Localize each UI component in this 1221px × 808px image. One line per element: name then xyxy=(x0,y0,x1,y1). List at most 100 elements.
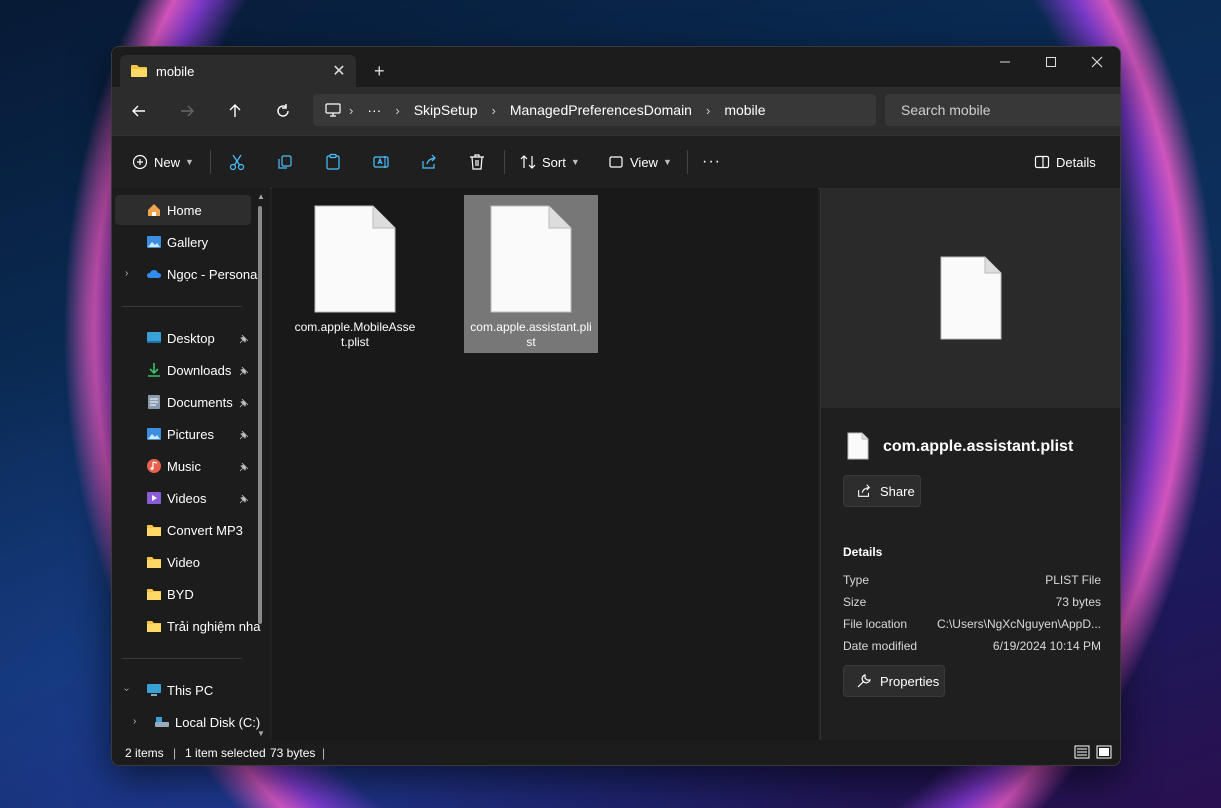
sidebar-item-label: Videos xyxy=(167,491,207,506)
scroll-up-icon[interactable]: ▲ xyxy=(257,192,265,201)
sidebar-item-byd[interactable]: BYD xyxy=(115,579,251,609)
desktop-icon xyxy=(147,332,161,343)
sidebar-divider xyxy=(122,658,242,659)
close-tab-icon[interactable]: ✕ xyxy=(330,62,348,80)
folder-icon xyxy=(147,525,161,536)
up-arrow-icon[interactable] xyxy=(221,97,249,125)
toolbar-divider xyxy=(687,150,688,174)
back-arrow-icon[interactable] xyxy=(125,97,153,125)
file-icon xyxy=(940,256,1002,340)
sidebar-item-label: Trải nghiệm nha xyxy=(167,619,261,634)
share-icon xyxy=(422,154,436,169)
sidebar-item-label: Video xyxy=(167,555,201,570)
sidebar-item-trai-nghiem[interactable]: Trải nghiệm nha xyxy=(115,611,260,641)
details-row-location: File location C:\Users\NgXcNguyen\AppD..… xyxy=(843,617,1101,637)
sidebar-item-this-pc[interactable]: › This PC xyxy=(115,675,251,705)
more-options-icon[interactable]: ··· xyxy=(702,147,721,177)
chevron-right-icon[interactable]: › xyxy=(125,268,128,279)
breadcrumb-managedpreferencesdomain[interactable]: ManagedPreferencesDomain xyxy=(510,102,692,118)
sidebar-scrollbar[interactable]: ▲ ▼ xyxy=(257,192,265,738)
paste-button[interactable] xyxy=(324,147,342,177)
address-row: › ··· › SkipSetup › ManagedPreferencesDo… xyxy=(112,87,1120,135)
details-button[interactable]: Details xyxy=(1034,147,1096,177)
search-input[interactable] xyxy=(899,101,1103,119)
tab-title: mobile xyxy=(156,63,195,79)
pin-icon xyxy=(239,428,249,443)
pin-icon xyxy=(239,332,249,347)
rename-button[interactable] xyxy=(372,147,390,177)
details-key: Type xyxy=(843,573,870,587)
address-bar[interactable]: › ··· › SkipSetup › ManagedPreferencesDo… xyxy=(313,94,876,126)
sidebar-item-videos[interactable]: Videos xyxy=(115,483,251,513)
breadcrumb-skipsetup[interactable]: SkipSetup xyxy=(414,102,478,118)
sidebar-item-label: Pictures xyxy=(167,427,214,442)
file-list: com.apple.MobileAsset.plist com.apple.as… xyxy=(272,188,818,740)
details-label: Details xyxy=(1056,154,1096,170)
properties-label: Properties xyxy=(880,673,940,689)
details-value: 6/19/2024 10:14 PM xyxy=(992,639,1101,653)
video-icon xyxy=(147,492,161,504)
sidebar-item-local-disk[interactable]: › Local Disk (C:) xyxy=(115,707,260,737)
sidebar-item-pictures[interactable]: Pictures xyxy=(115,419,251,449)
sidebar-item-documents[interactable]: Documents xyxy=(115,387,251,417)
refresh-icon[interactable] xyxy=(269,97,297,125)
sidebar-item-gallery[interactable]: Gallery xyxy=(115,227,251,257)
file-item[interactable]: com.apple.MobileAsset.plist xyxy=(288,195,422,353)
chevron-right-icon[interactable]: › xyxy=(133,716,136,727)
folder-icon xyxy=(147,557,161,568)
minimize-icon[interactable] xyxy=(982,47,1028,77)
folder-icon xyxy=(147,589,161,600)
folder-icon xyxy=(131,65,147,77)
sort-button[interactable]: Sort ▼ xyxy=(520,147,580,177)
chevron-down-icon: ▼ xyxy=(185,157,194,167)
picture-icon xyxy=(147,428,161,440)
breadcrumb-mobile[interactable]: mobile xyxy=(724,102,765,118)
maximize-icon[interactable] xyxy=(1028,47,1074,77)
sidebar-item-desktop[interactable]: Desktop xyxy=(115,323,251,353)
chevron-right-icon: › xyxy=(395,102,400,118)
properties-button[interactable]: Properties xyxy=(843,665,945,697)
pin-icon xyxy=(239,396,249,411)
sidebar-item-downloads[interactable]: Downloads xyxy=(115,355,251,385)
scroll-down-icon[interactable]: ▼ xyxy=(257,729,265,738)
sidebar-item-music[interactable]: Music xyxy=(115,451,251,481)
navigation-pane: Home Gallery › Ngọc - Personal Desktop D… xyxy=(112,188,270,740)
chevron-right-icon: › xyxy=(349,102,354,118)
gallery-icon xyxy=(147,236,161,248)
tab-mobile[interactable]: mobile ✕ xyxy=(120,55,356,87)
forward-arrow-icon[interactable] xyxy=(173,97,201,125)
share-button[interactable] xyxy=(420,147,438,177)
details-view-icon[interactable] xyxy=(1073,744,1091,760)
sidebar-item-label: Documents xyxy=(167,395,233,410)
new-label: New xyxy=(154,154,181,170)
scrollbar-thumb[interactable] xyxy=(258,206,262,624)
share-button[interactable]: Share xyxy=(843,475,921,507)
selection-count: 1 item selected xyxy=(185,746,266,760)
file-icon xyxy=(847,432,869,460)
cut-button[interactable] xyxy=(228,147,246,177)
chevron-down-icon: ▼ xyxy=(570,157,580,167)
details-key: File location xyxy=(843,617,908,631)
sidebar-item-convert-mp3[interactable]: Convert MP3 xyxy=(115,515,251,545)
large-icons-view-icon[interactable] xyxy=(1095,744,1113,760)
breadcrumb-overflow[interactable]: ··· xyxy=(367,102,381,118)
new-button[interactable]: New ▼ xyxy=(132,147,194,177)
trash-icon xyxy=(470,154,484,170)
delete-button[interactable] xyxy=(468,147,486,177)
file-item-selected[interactable]: com.apple.assistant.plist xyxy=(464,195,598,353)
details-value: 73 bytes xyxy=(1055,595,1101,609)
copy-button[interactable] xyxy=(276,147,294,177)
file-explorer-window: mobile ✕ + › ··· › SkipSetup › ManagedPr… xyxy=(111,46,1121,766)
new-tab-icon[interactable]: + xyxy=(374,61,385,82)
command-bar: New ▼ Sort ▼ View ▼ ··· Details xyxy=(112,135,1120,189)
close-window-icon[interactable] xyxy=(1074,47,1120,77)
sidebar-item-onedrive[interactable]: › Ngọc - Personal xyxy=(115,259,260,289)
chevron-down-icon[interactable]: › xyxy=(121,688,132,691)
sidebar-item-label: Local Disk (C:) xyxy=(175,715,261,730)
sidebar-item-home[interactable]: Home xyxy=(115,195,251,225)
computer-icon xyxy=(147,684,161,696)
cloud-icon xyxy=(147,270,161,278)
sidebar-item-video[interactable]: Video xyxy=(115,547,251,577)
search-box[interactable] xyxy=(885,94,1120,126)
view-button[interactable]: View ▼ xyxy=(608,147,672,177)
